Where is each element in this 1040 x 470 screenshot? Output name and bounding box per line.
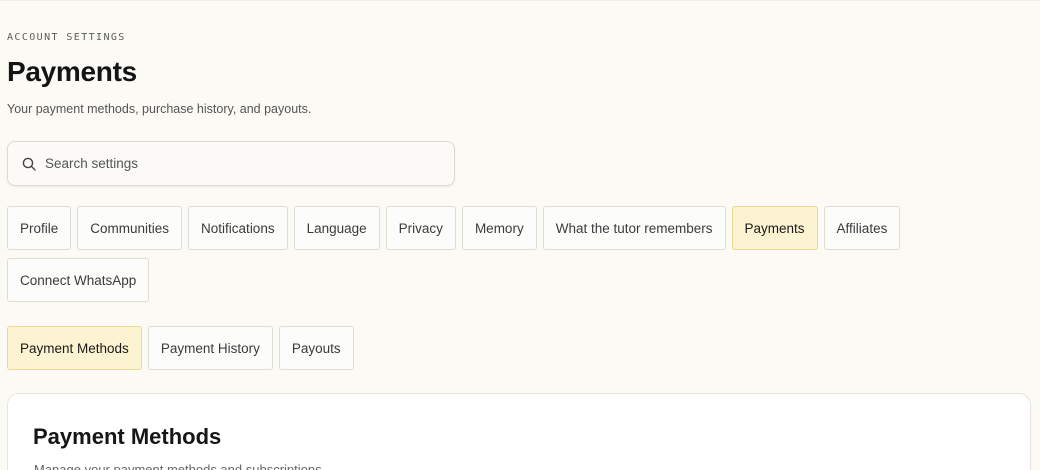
search-icon [21, 156, 37, 172]
tab-language[interactable]: Language [293, 206, 380, 250]
payment-subtabs: Payment Methods Payment History Payouts [7, 326, 354, 370]
page-title: Payments [7, 56, 137, 87]
page-subtitle: Your payment methods, purchase history, … [7, 102, 312, 116]
tab-affiliates[interactable]: Affiliates [823, 206, 901, 250]
payment-methods-card: Payment Methods Manage your payment meth… [7, 393, 1031, 470]
card-description: Manage your payment methods and subscrip… [34, 462, 326, 470]
tab-payments[interactable]: Payments [731, 206, 818, 250]
settings-tabs-row-1: Profile Communities Notifications Langua… [7, 206, 901, 250]
settings-tabs-row-2: Connect WhatsApp [7, 258, 150, 302]
subtab-payment-history[interactable]: Payment History [147, 326, 273, 370]
search-box[interactable] [7, 141, 455, 186]
tab-notifications[interactable]: Notifications [188, 206, 288, 250]
search-input[interactable] [45, 156, 425, 171]
tab-tutor-memory[interactable]: What the tutor remembers [542, 206, 726, 250]
subtab-payment-methods[interactable]: Payment Methods [7, 326, 142, 370]
top-divider [0, 0, 1040, 1]
tab-connect-whatsapp[interactable]: Connect WhatsApp [7, 258, 150, 302]
card-title: Payment Methods [33, 424, 222, 449]
section-eyebrow: ACCOUNT SETTINGS [7, 32, 126, 43]
tab-profile[interactable]: Profile [7, 206, 72, 250]
settings-page: ACCOUNT SETTINGS Payments Your payment m… [0, 0, 1040, 470]
subtab-payouts[interactable]: Payouts [278, 326, 354, 370]
tab-privacy[interactable]: Privacy [385, 206, 456, 250]
tab-communities[interactable]: Communities [77, 206, 183, 250]
tab-memory[interactable]: Memory [461, 206, 537, 250]
